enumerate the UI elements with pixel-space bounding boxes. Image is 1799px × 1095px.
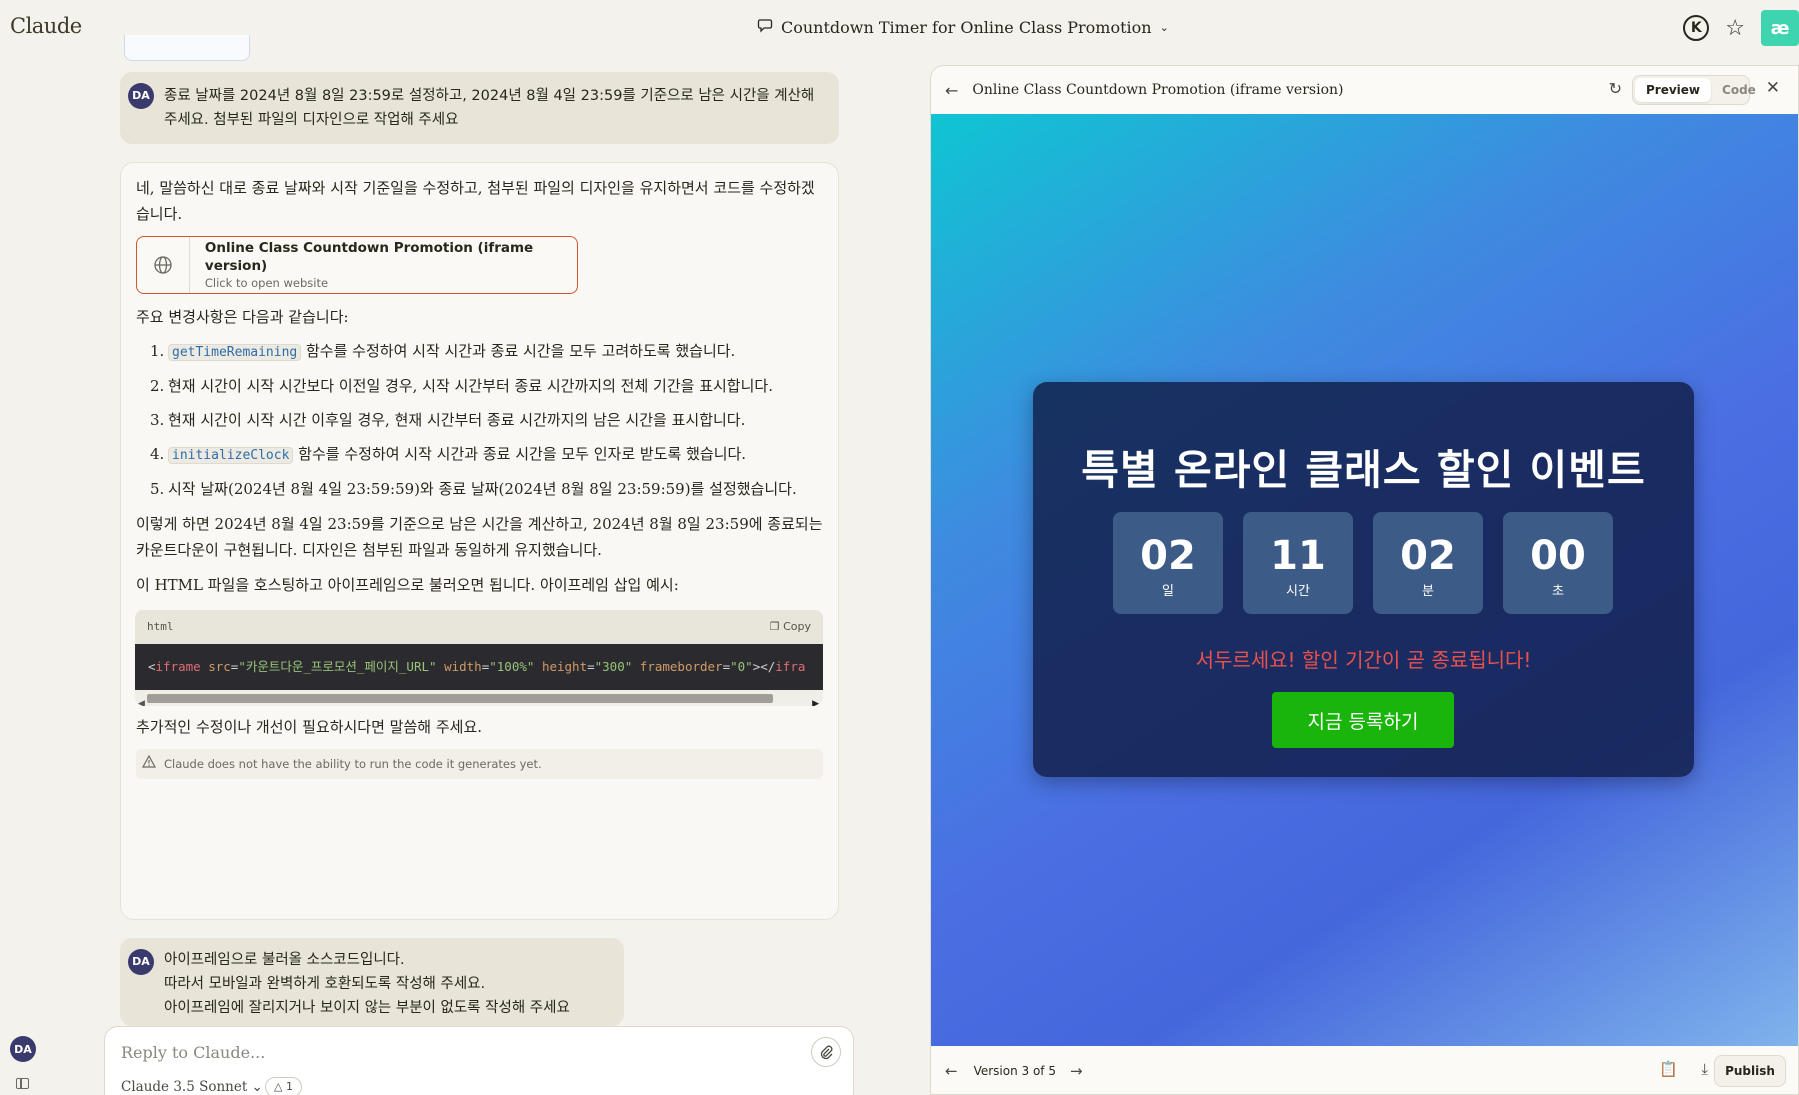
user-message-line: 아이프레임에 잘리지거나 보이지 않는 부분이 없도록 작성해 주세요 [164, 1000, 570, 1016]
close-icon[interactable]: ✕ [1766, 78, 1780, 98]
disclaimer: Claude does not have the ability to run … [136, 749, 823, 779]
scroll-right-icon[interactable]: ▶ [812, 691, 819, 706]
assistant-message: 네, 말씀하신 대로 종료 날짜와 시작 기준일을 수정하고, 첨부된 파일의 … [120, 162, 839, 920]
countdown-days: 02 일 [1113, 512, 1223, 614]
user-message-line: 아이프레임으로 불러올 소스코드입니다. [164, 952, 405, 968]
refresh-icon[interactable]: ↻ [1609, 79, 1622, 98]
list-item: 2. 현재 시간이 시작 시간보다 이전일 경우, 시작 시간부터 종료 시간까지… [150, 377, 773, 395]
clipboard-icon[interactable]: 📋 [1659, 1060, 1678, 1078]
urgency-message: 서두르세요! 할인 기간이 곧 종료됩니다! [1195, 648, 1532, 672]
assistant-summary: 이렇게 하면 2024년 8월 4일 23:59를 기준으로 남은 시간을 계산… [136, 515, 823, 559]
inline-code: initializeClock [168, 447, 294, 464]
disclaimer-text: Claude does not have the ability to run … [164, 757, 542, 771]
globe-icon [137, 237, 190, 293]
user-message: DA 아이프레임으로 불러올 소스코드입니다. 따라서 모바일과 완벽하게 호환… [120, 938, 624, 1026]
artifact-title: Online Class Countdown Promotion (iframe… [972, 82, 1344, 98]
countdown-card: 특별 온라인 클래스 할인 이벤트 02 일 11 시간 02 분 00 초 서… [1033, 382, 1694, 777]
preview-code-toggle: Preview Code [1632, 75, 1756, 105]
artifact-footer: ← Version 3 of 5 → 📋 ⤓ Publish [931, 1046, 1798, 1094]
code-language: html [147, 620, 174, 633]
download-icon[interactable]: ⤓ [1701, 1060, 1708, 1078]
code-scrollbar[interactable]: ◀ ▶ [135, 690, 823, 706]
prev-icon[interactable]: ← [945, 1062, 958, 1080]
top-bar: Claude Countdown Timer for Online Class … [0, 0, 1799, 55]
countdown-minutes: 02 분 [1373, 512, 1483, 614]
publish-button[interactable]: Publish [1714, 1055, 1786, 1087]
list-item: 3. 현재 시간이 시작 시간 이후일 경우, 현재 시간부터 종료 시간까지의 … [150, 411, 746, 429]
artifact-preview: 특별 온라인 클래스 할인 이벤트 02 일 11 시간 02 분 00 초 서… [931, 114, 1798, 1046]
countdown-seconds: 00 초 [1503, 512, 1613, 614]
promo-headline: 특별 온라인 클래스 할인 이벤트 [1081, 446, 1646, 494]
tab-code[interactable]: Code [1711, 83, 1767, 97]
back-arrow-icon[interactable]: ← [945, 81, 958, 100]
copy-button[interactable]: ❐ Copy [770, 614, 811, 640]
brand-logo[interactable]: Claude [10, 14, 82, 38]
chat-title-menu[interactable]: Countdown Timer for Online Class Promoti… [757, 17, 1169, 37]
countdown-boxes: 02 일 11 시간 02 분 00 초 [1113, 512, 1613, 614]
artifact-card-subtitle: Click to open website [204, 276, 329, 290]
warning-icon [141, 751, 157, 777]
top-right-icons: K ☆ æ [1683, 10, 1799, 46]
project-badge[interactable]: △ 1 [265, 1077, 302, 1095]
user-message-line: 따라서 모바일과 완벽하게 호환되도록 작성해 주세요. [164, 976, 486, 992]
assistant-intro: 네, 말씀하신 대로 종료 날짜와 시작 기준일을 수정하고, 첨부된 파일의 … [136, 179, 815, 223]
scroll-left-icon[interactable]: ◀ [138, 691, 145, 706]
version-label: Version 3 of 5 [973, 1064, 1056, 1078]
user-message: DA 종료 날짜를 2024년 8월 8일 23:59로 설정하고, 2024년… [120, 72, 839, 144]
next-icon[interactable]: → [1070, 1062, 1083, 1080]
list-item: 4. initializeClock 함수를 수정하여 시작 시간과 종료 시간을… [150, 445, 747, 464]
reply-input[interactable]: Reply to Claude... [121, 1043, 265, 1062]
inline-code: getTimeRemaining [168, 344, 302, 361]
chat-bubble-icon [757, 17, 773, 37]
reply-box[interactable]: Reply to Claude... Claude 3.5 Sonnet ⌄ △… [104, 1026, 854, 1095]
countdown-hours: 11 시간 [1243, 512, 1353, 614]
previous-attachment-stub [124, 35, 250, 61]
artifact-card-title: Online Class Countdown Promotion (iframe… [204, 240, 534, 274]
user-avatar[interactable]: DA [10, 1036, 36, 1062]
paperclip-icon[interactable] [811, 1037, 841, 1067]
tab-preview[interactable]: Preview [1635, 78, 1712, 102]
list-item: 1. getTimeRemaining 함수를 수정하여 시작 시간과 종료 시간… [150, 342, 736, 361]
artifact-panel: ← Online Class Countdown Promotion (ifra… [930, 65, 1799, 1095]
code-content: <iframe src="카운트다운_프로모션_페이지_URL" width="… [135, 644, 823, 690]
scroll-thumb[interactable] [147, 694, 773, 703]
artifact-card[interactable]: Online Class Countdown Promotion (iframe… [136, 236, 578, 294]
model-selector[interactable]: Claude 3.5 Sonnet ⌄ [121, 1079, 263, 1095]
changes-list: 1. getTimeRemaining 함수를 수정하여 시작 시간과 종료 시간… [136, 339, 823, 502]
list-item: 5. 시작 날짜(2024년 8월 4일 23:59:59)와 종료 날짜(202… [150, 480, 797, 498]
extension-icon[interactable]: æ [1761, 10, 1799, 46]
avatar: DA [128, 83, 154, 109]
avatar: DA [128, 949, 154, 975]
user-message-text: 종료 날짜를 2024년 8월 8일 23:59로 설정하고, 2024년 8월… [164, 88, 815, 128]
code-block: html ❐ Copy <iframe src="카운트다운_프로모션_페이지_… [135, 610, 823, 706]
copy-icon: ❐ [769, 620, 780, 633]
star-icon[interactable]: ☆ [1725, 16, 1745, 41]
changes-heading: 주요 변경사항은 다음과 같습니다: [136, 308, 349, 326]
register-button[interactable]: 지금 등록하기 [1272, 692, 1454, 748]
code-block-header: html ❐ Copy [135, 610, 823, 644]
artifact-header: ← Online Class Countdown Promotion (ifra… [931, 66, 1798, 114]
chat-title-text: Countdown Timer for Online Class Promoti… [781, 17, 1152, 37]
sidebar-toggle-icon[interactable] [16, 1078, 29, 1089]
iframe-note: 이 HTML 파일을 호스팅하고 아이프레임으로 불러오면 됩니다. 아이프레임… [136, 576, 679, 594]
assistant-closing: 추가적인 수정이나 개선이 필요하시다면 말씀해 주세요. [136, 718, 483, 736]
k-account-icon[interactable]: K [1683, 15, 1710, 41]
chevron-down-icon: ⌄ [1159, 20, 1169, 34]
